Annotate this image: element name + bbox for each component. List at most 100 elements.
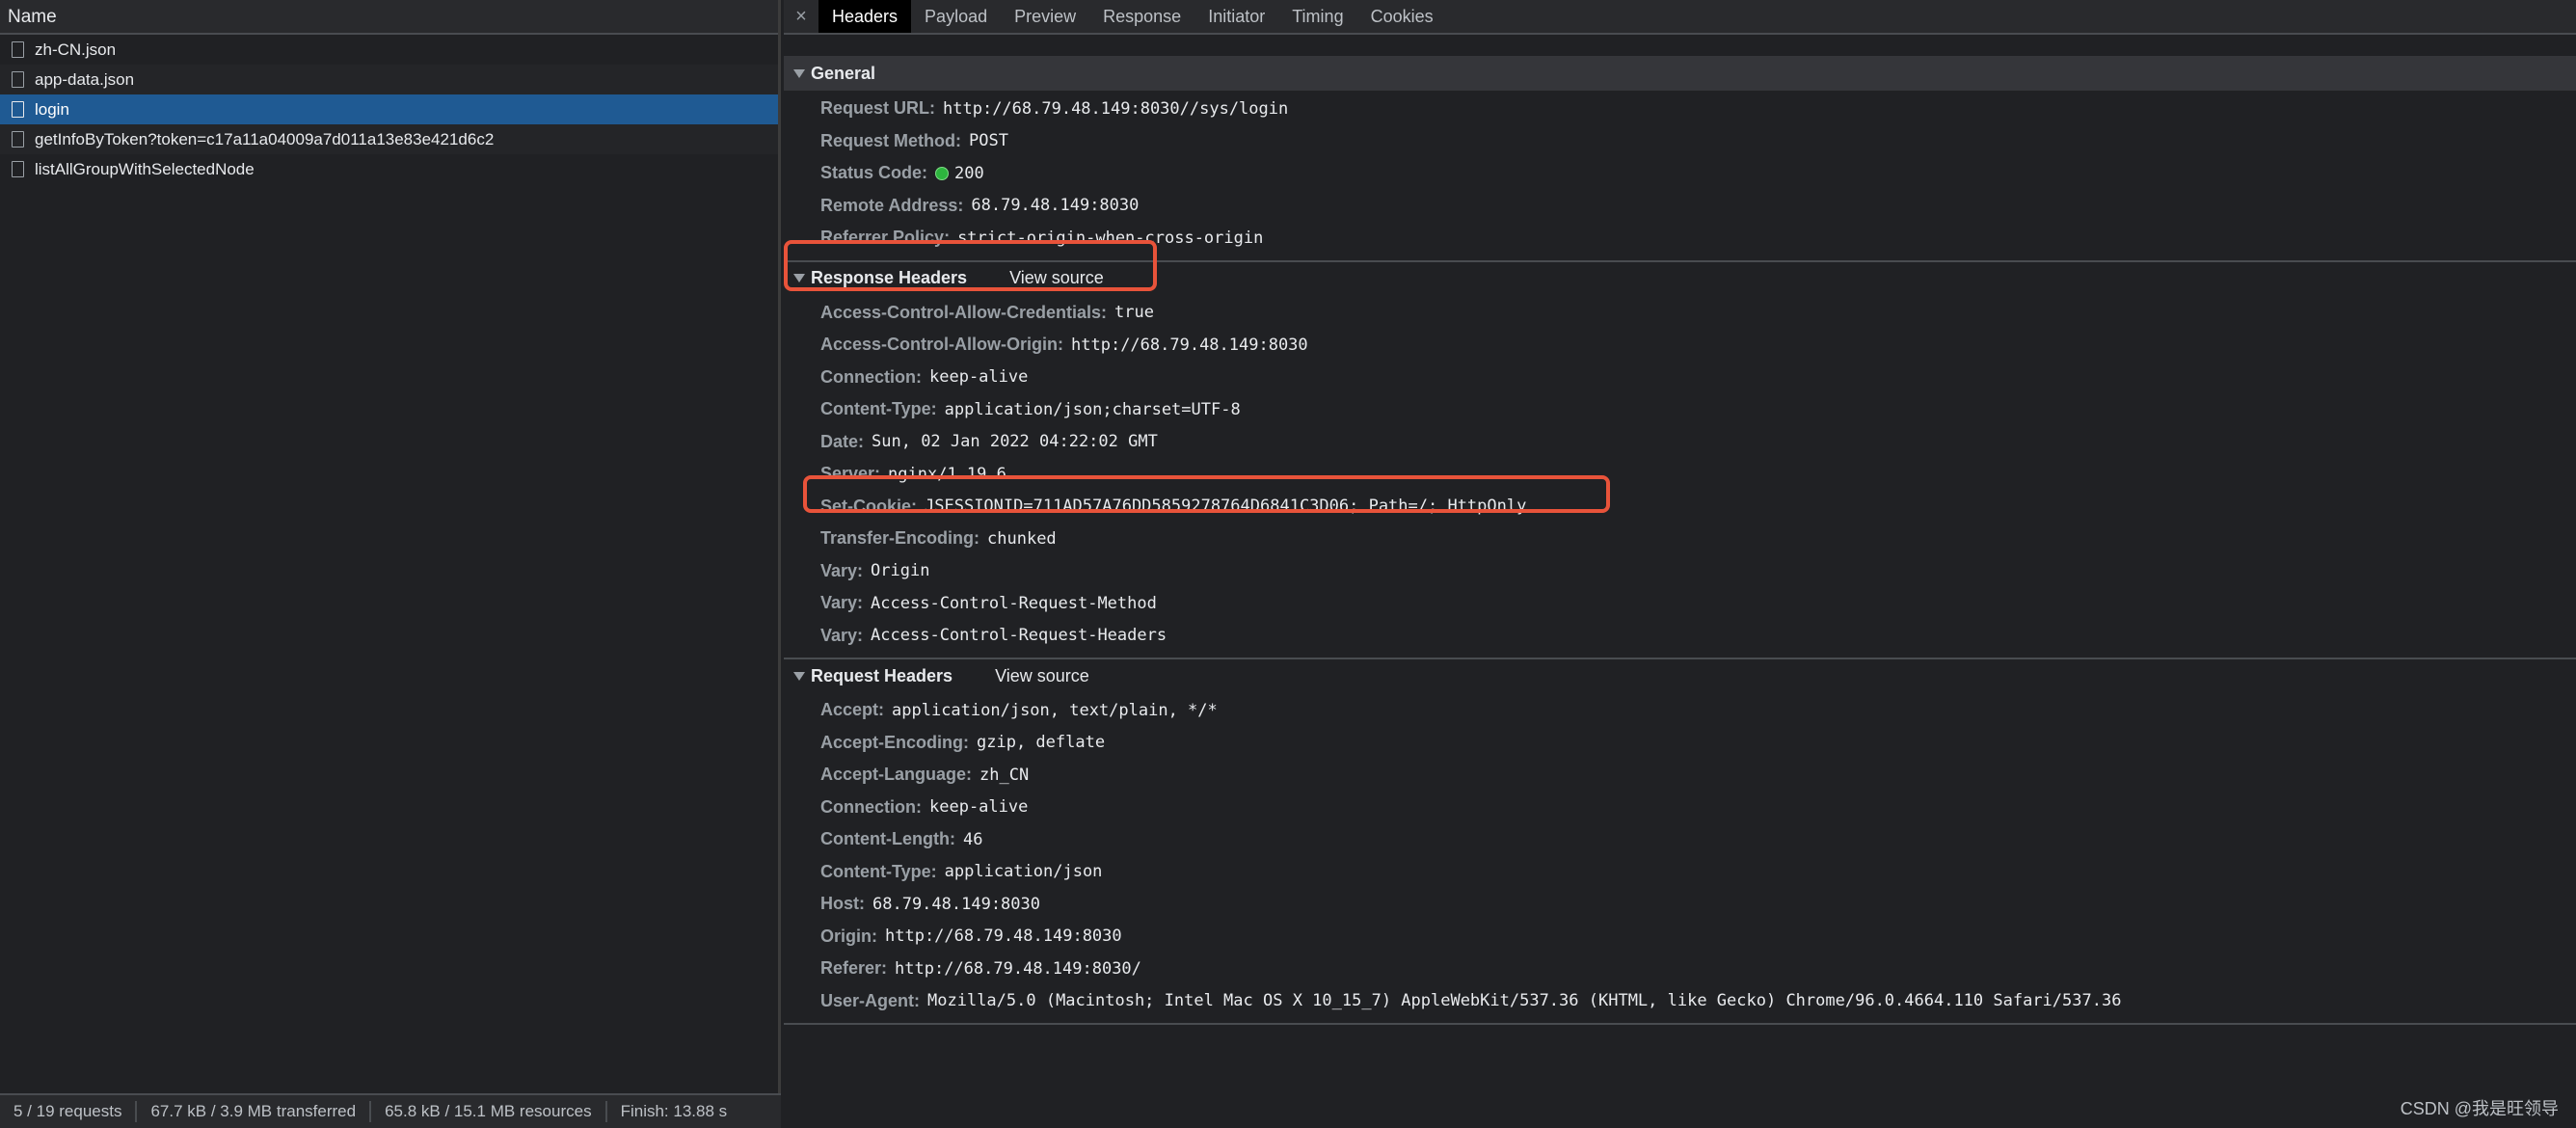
request-name: getInfoByToken?token=c17a11a04009a7d011a… [35,130,495,148]
header-row: Connection: keep-alive [784,362,2576,394]
finish-time: Finish: 13.88 s [620,1102,728,1120]
header-row: Date: Sun, 02 Jan 2022 04:22:02 GMT [784,426,2576,459]
header-key: Origin: [820,926,877,946]
resources-size: 65.8 kB / 15.1 MB resources [371,1101,607,1122]
general-title: General [811,63,876,83]
header-key: Referrer Policy: [820,228,951,248]
header-value: application/json, text/plain, */* [892,700,1218,720]
header-value: JSESSIONID=711AD57A76DD5859278764D6841C3… [925,497,1527,517]
header-key: Content-Type: [820,861,937,881]
status-code-value: 200 [954,163,984,183]
header-key: Server: [820,464,881,484]
close-icon[interactable]: × [784,0,818,33]
request-row[interactable]: app-data.json [0,65,778,94]
header-value: Origin [871,561,930,581]
header-key: Date: [820,431,865,451]
referrer-policy-value: strict-origin-when-cross-origin [957,228,1264,248]
header-row: Request Method: POST [784,125,2576,158]
request-name: app-data.json [35,70,135,89]
header-value: application/json [944,862,1103,882]
header-value: http://68.79.48.149:8030 [885,927,1122,947]
response-view-source-link[interactable]: View source [1009,268,1104,288]
document-icon [12,41,24,58]
tab-response[interactable]: Response [1089,0,1194,33]
header-row: Content-Type: application/json;charset=UT… [784,393,2576,426]
details-tab-bar: × Headers Payload Preview Response Initi… [784,0,2576,35]
header-key: Set-Cookie: [820,496,918,516]
request-name: login [35,100,69,119]
header-key: Status Code: [820,163,928,183]
header-key: Remote Address: [820,195,964,215]
header-key: Vary: [820,560,864,580]
header-key: Content-Type: [820,399,937,419]
header-value: 46 [962,829,983,849]
header-row: Accept-Language: zh_CN [784,759,2576,792]
response-headers-section: Access-Control-Allow-Credentials: true Acc… [784,295,2576,658]
request-row[interactable]: zh-CN.json [0,35,778,65]
tab-cookies[interactable]: Cookies [1357,0,1447,33]
request-method-value: POST [969,131,1008,151]
general-section: Request URL: http://68.79.48.149:8030//s… [784,91,2576,260]
tab-headers[interactable]: Headers [818,0,912,33]
header-row: Set-Cookie: JSESSIONID=711AD57A76DD585927… [784,491,2576,524]
request-row[interactable]: login [0,94,778,124]
header-key: Connection: [820,796,922,817]
header-row: Accept-Encoding: gzip, deflate [784,727,2576,760]
header-key: User-Agent: [820,990,921,1010]
general-section-header[interactable]: General [784,56,2576,91]
header-key: Host: [820,894,865,914]
header-key: Access-Control-Allow-Credentials: [820,302,1108,322]
document-icon [12,101,24,118]
document-icon [12,161,24,177]
header-value: keep-alive [929,797,1029,818]
request-url-value: http://68.79.48.149:8030//sys/login [943,98,1289,119]
header-row: Status Code: 200 [784,157,2576,190]
header-row: Content-Type: application/json [784,856,2576,889]
header-row: Access-Control-Allow-Origin: http://68.79… [784,329,2576,362]
request-name: zh-CN.json [35,40,117,59]
header-key: Accept-Encoding: [820,732,970,752]
header-value: true [1114,303,1154,323]
header-value: application/json;charset=UTF-8 [944,399,1241,419]
header-key: Vary: [820,593,864,613]
header-value: 68.79.48.149:8030 [872,894,1040,914]
tab-initiator[interactable]: Initiator [1194,0,1278,33]
header-row: Transfer-Encoding: chunked [784,523,2576,555]
header-key: Request Method: [820,130,961,150]
header-row: Referer: http://68.79.48.149:8030/ [784,953,2576,985]
request-row[interactable]: getInfoByToken?token=c17a11a04009a7d011a… [0,124,778,154]
header-row: Accept: application/json, text/plain, */* [784,694,2576,727]
header-row: Server: nginx/1.19.6 [784,458,2576,491]
triangle-down-icon [793,671,805,681]
response-headers-section-header[interactable]: Response Headers View source [784,259,2576,295]
header-row: Vary: Access-Control-Request-Headers [784,620,2576,653]
request-name: listAllGroupWithSelectedNode [35,160,255,178]
header-value: zh_CN [979,765,1030,785]
request-view-source-link[interactable]: View source [995,666,1089,686]
tab-payload[interactable]: Payload [911,0,1001,33]
triangle-down-icon [793,68,805,78]
transferred-size: 67.7 kB / 3.9 MB transferred [137,1101,372,1122]
request-headers-section-header[interactable]: Request Headers View source [784,658,2576,692]
header-value: chunked [987,528,1057,549]
header-key: Connection: [820,366,922,387]
tab-timing[interactable]: Timing [1278,0,1356,33]
header-key: Vary: [820,625,864,645]
request-details-pane: × Headers Payload Preview Response Initi… [784,0,2576,1128]
header-value: http://68.79.48.149:8030 [1071,335,1308,355]
header-key: Accept-Language: [820,765,973,785]
request-row[interactable]: listAllGroupWithSelectedNode [0,154,778,184]
header-row: Access-Control-Allow-Credentials: true [784,297,2576,330]
header-row: Referrer Policy: strict-origin-when-cros… [784,222,2576,255]
request-headers-title: Request Headers [811,665,953,685]
tab-preview[interactable]: Preview [1001,0,1089,33]
document-icon [12,71,24,88]
name-column-header[interactable]: Name [0,0,778,35]
header-key: Accept: [820,700,885,720]
request-headers-section: Accept: application/json, text/plain, */*… [784,692,2576,1025]
header-value: Access-Control-Request-Headers [871,626,1167,646]
header-row: Vary: Origin [784,555,2576,588]
header-key: Access-Control-Allow-Origin: [820,335,1064,355]
request-count: 5 / 19 requests [0,1101,138,1122]
header-row: User-Agent: Mozilla/5.0 (Macintosh; Intel… [784,985,2576,1018]
